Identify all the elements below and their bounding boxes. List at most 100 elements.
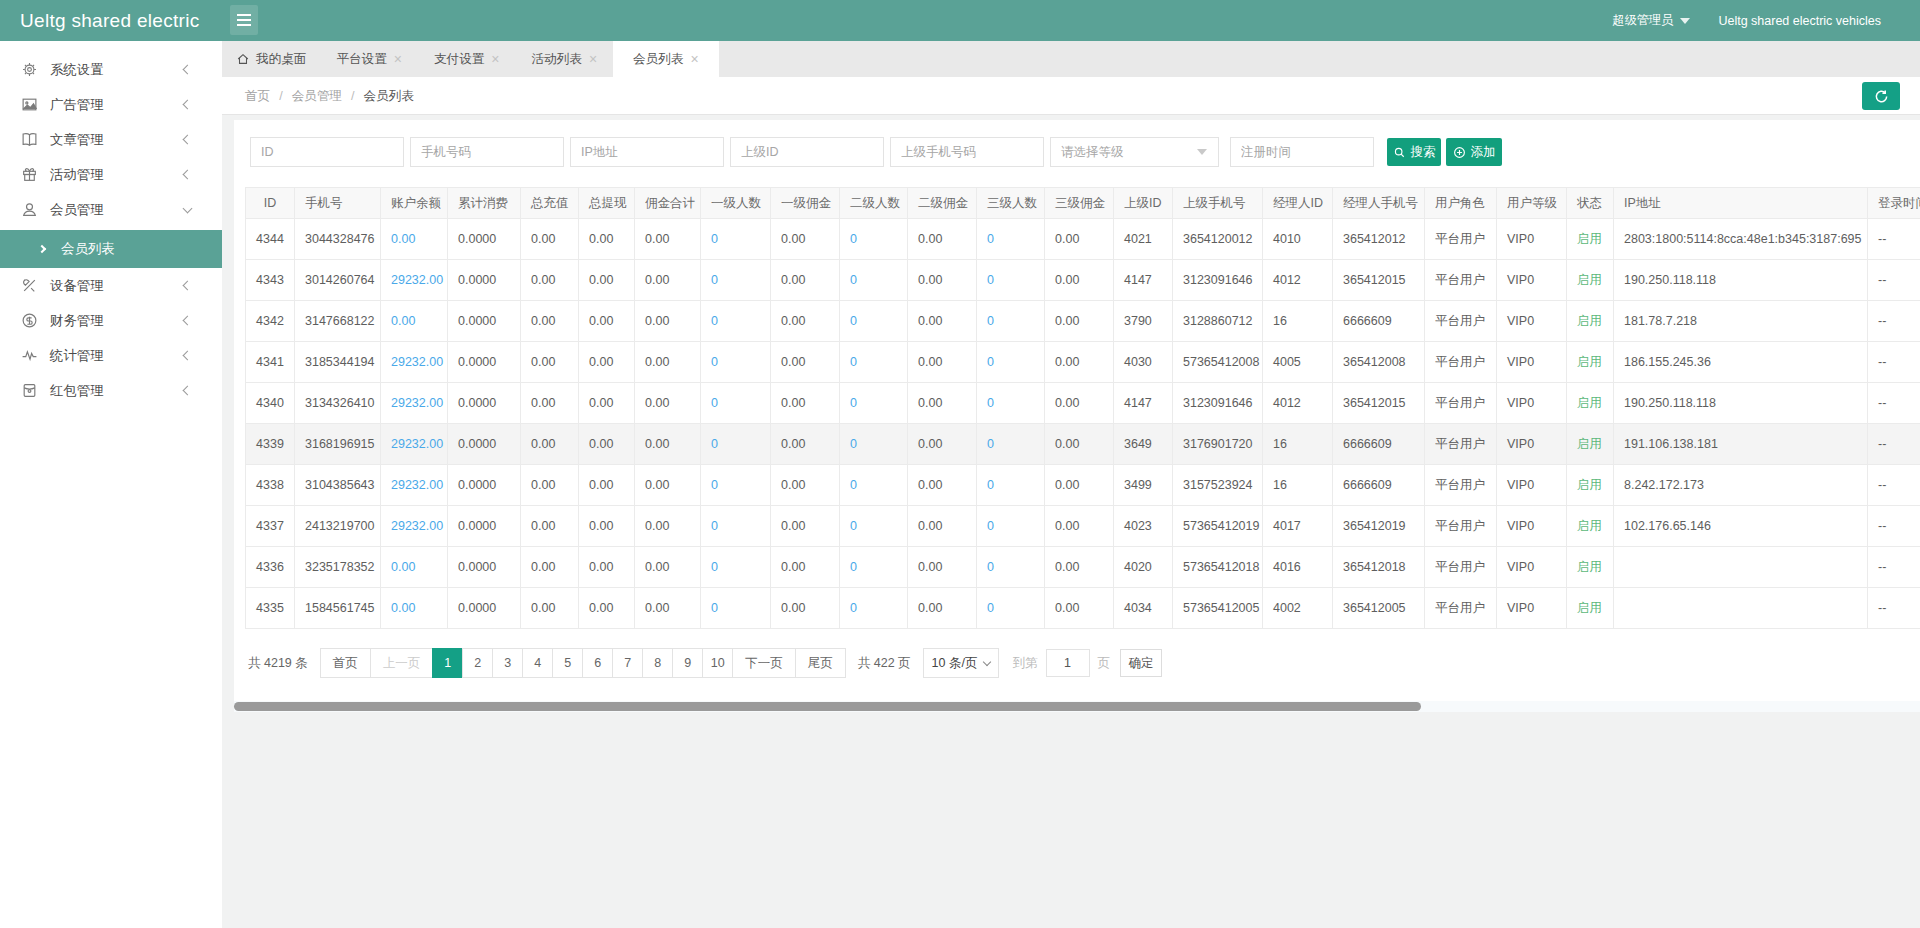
cell-三级人数[interactable]: 0: [977, 588, 1045, 629]
cell-二级人数[interactable]: 0: [840, 301, 908, 342]
cell-账户余额[interactable]: 29232.00: [381, 342, 448, 383]
cell-一级人数[interactable]: 0: [701, 260, 771, 301]
tab-label: 支付设置: [434, 51, 484, 68]
cell-账户余额[interactable]: 29232.00: [381, 260, 448, 301]
cell-经理人手机号: 365412015: [1333, 260, 1425, 301]
scrollbar-thumb[interactable]: [234, 702, 1421, 711]
cell-二级人数[interactable]: 0: [840, 383, 908, 424]
cell-一级人数[interactable]: 0: [701, 424, 771, 465]
page-prev-button[interactable]: 上一页: [370, 648, 434, 678]
tab-3[interactable]: 活动列表×: [516, 41, 614, 77]
cell-一级人数[interactable]: 0: [701, 301, 771, 342]
cell-二级人数[interactable]: 0: [840, 260, 908, 301]
cell-三级人数[interactable]: 0: [977, 301, 1045, 342]
confirm-button[interactable]: 确定: [1120, 649, 1162, 677]
cell-一级人数[interactable]: 0: [701, 506, 771, 547]
cell-三级人数[interactable]: 0: [977, 424, 1045, 465]
cell-二级人数[interactable]: 0: [840, 547, 908, 588]
refresh-button[interactable]: [1862, 82, 1900, 110]
page-button-7[interactable]: 7: [612, 648, 643, 678]
cell-二级人数[interactable]: 0: [840, 506, 908, 547]
level-select[interactable]: 请选择等级: [1050, 137, 1219, 167]
filter-input-2[interactable]: [570, 137, 724, 167]
cell-一级人数[interactable]: 0: [701, 342, 771, 383]
tab-4[interactable]: 会员列表×: [613, 41, 719, 77]
cell-账户余额[interactable]: 0.00: [381, 547, 448, 588]
page-first-button[interactable]: 首页: [320, 648, 371, 678]
cell-账户余额[interactable]: 0.00: [381, 588, 448, 629]
page-button-5[interactable]: 5: [552, 648, 583, 678]
close-icon[interactable]: ×: [394, 52, 402, 66]
cell-二级人数[interactable]: 0: [840, 342, 908, 383]
cell-二级人数[interactable]: 0: [840, 588, 908, 629]
page-button-2[interactable]: 2: [462, 648, 493, 678]
col-header-1: 手机号: [295, 188, 381, 219]
cell-账户余额[interactable]: 29232.00: [381, 506, 448, 547]
cell-三级人数[interactable]: 0: [977, 506, 1045, 547]
cell-二级人数[interactable]: 0: [840, 219, 908, 260]
sidebar-item-8[interactable]: 红包管理: [0, 373, 222, 408]
sidebar-item-5[interactable]: 设备管理: [0, 268, 222, 303]
filter-input-3[interactable]: [730, 137, 884, 167]
close-icon[interactable]: ×: [589, 52, 597, 66]
sidebar-item-7[interactable]: 统计管理: [0, 338, 222, 373]
admin-role-dropdown[interactable]: 超级管理员: [1612, 12, 1690, 29]
filter-input-1[interactable]: [410, 137, 564, 167]
sidebar-item-0[interactable]: 系统设置: [0, 52, 222, 87]
cell-账户余额[interactable]: 29232.00: [381, 465, 448, 506]
page-button-1[interactable]: 1: [432, 648, 463, 678]
cell-一级人数[interactable]: 0: [701, 465, 771, 506]
register-time-input[interactable]: [1230, 137, 1374, 167]
cell-三级人数[interactable]: 0: [977, 260, 1045, 301]
page-button-4[interactable]: 4: [522, 648, 553, 678]
close-icon[interactable]: ×: [491, 52, 499, 66]
close-icon[interactable]: ×: [690, 52, 698, 66]
cell-一级人数[interactable]: 0: [701, 547, 771, 588]
cell-账户余额[interactable]: 29232.00: [381, 424, 448, 465]
sidebar-item-4[interactable]: 会员管理: [0, 192, 222, 227]
horizontal-scrollbar[interactable]: [234, 701, 1920, 712]
breadcrumb-item-1[interactable]: 会员管理: [292, 88, 342, 105]
cell-三级人数[interactable]: 0: [977, 547, 1045, 588]
finance-icon: [21, 312, 38, 329]
cell-一级人数[interactable]: 0: [701, 219, 771, 260]
sidebar-item-1[interactable]: 广告管理: [0, 87, 222, 122]
cell-二级人数[interactable]: 0: [840, 465, 908, 506]
page-button-8[interactable]: 8: [642, 648, 673, 678]
page-last-button[interactable]: 尾页: [795, 648, 846, 678]
page-button-10[interactable]: 10: [702, 648, 733, 678]
cell-一级人数[interactable]: 0: [701, 383, 771, 424]
cell-三级人数[interactable]: 0: [977, 342, 1045, 383]
tab-0[interactable]: 我的桌面: [233, 41, 320, 77]
filter-input-0[interactable]: [250, 137, 404, 167]
sidebar-item-3[interactable]: 活动管理: [0, 157, 222, 192]
cell-手机号: 3014260764: [295, 260, 381, 301]
cell-二级人数[interactable]: 0: [840, 424, 908, 465]
cell-账户余额[interactable]: 0.00: [381, 219, 448, 260]
page-button-3[interactable]: 3: [492, 648, 523, 678]
page-size-select[interactable]: 10 条/页: [923, 648, 999, 678]
cell-经理人手机号: 365412012: [1333, 219, 1425, 260]
cell-总充值: 0.00: [521, 383, 579, 424]
add-button[interactable]: 添加: [1446, 138, 1502, 166]
sidebar-item-6[interactable]: 财务管理: [0, 303, 222, 338]
menu-toggle-icon[interactable]: [230, 5, 258, 35]
goto-page-input[interactable]: [1046, 649, 1090, 677]
sidebar-item-2[interactable]: 文章管理: [0, 122, 222, 157]
page-button-9[interactable]: 9: [672, 648, 703, 678]
sidebar-subitem-member-list[interactable]: 会员列表: [0, 230, 222, 268]
page-button-6[interactable]: 6: [582, 648, 613, 678]
page-next-button[interactable]: 下一页: [732, 648, 796, 678]
tab-1[interactable]: 平台设置×: [320, 41, 418, 77]
cell-账户余额[interactable]: 0.00: [381, 301, 448, 342]
search-button[interactable]: 搜索: [1387, 138, 1441, 166]
tab-2[interactable]: 支付设置 ×: [418, 41, 516, 77]
filter-input-4[interactable]: [890, 137, 1044, 167]
cell-一级佣金: 0.00: [771, 465, 840, 506]
cell-三级人数[interactable]: 0: [977, 383, 1045, 424]
cell-三级人数[interactable]: 0: [977, 219, 1045, 260]
cell-三级人数[interactable]: 0: [977, 465, 1045, 506]
breadcrumb-item-0[interactable]: 首页: [245, 88, 270, 105]
cell-账户余额[interactable]: 29232.00: [381, 383, 448, 424]
cell-一级人数[interactable]: 0: [701, 588, 771, 629]
